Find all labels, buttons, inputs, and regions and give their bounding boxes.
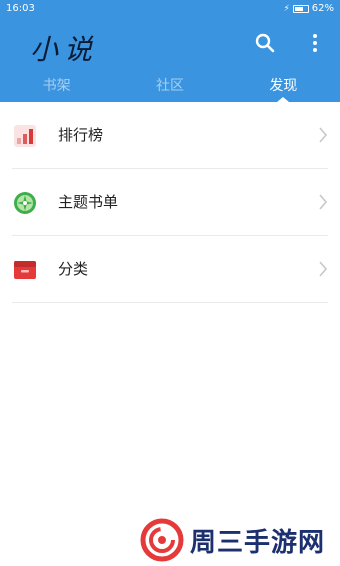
more-vertical-icon	[313, 34, 317, 52]
status-right: ⚡ 62%	[283, 3, 334, 14]
status-bar: 16:03 ⚡ 62%	[0, 0, 340, 18]
chevron-right-icon	[319, 261, 328, 277]
tab-community[interactable]: 社区	[113, 72, 226, 102]
tab-bookshelf[interactable]: 书架	[0, 72, 113, 102]
ranking-chart-icon	[14, 125, 36, 147]
menu-item-label: 分类	[58, 260, 89, 278]
site-watermark: 周三手游网	[140, 518, 340, 562]
chevron-right-icon	[319, 194, 328, 210]
search-button[interactable]	[252, 30, 278, 56]
charging-icon: ⚡	[283, 3, 290, 14]
battery-percent: 62%	[311, 3, 334, 14]
watermark-text: 周三手游网	[190, 527, 326, 558]
divider	[12, 302, 328, 303]
menu-item-label: 排行榜	[58, 126, 104, 144]
app-header: 16:03 ⚡ 62% 小说 书架 社区 发现	[0, 0, 340, 102]
chevron-right-icon	[319, 127, 328, 143]
tab-bar: 书架 社区 发现	[0, 72, 340, 102]
menu-item-label: 主题书单	[58, 193, 119, 211]
swirl-logo-icon	[140, 518, 184, 562]
status-time: 16:03	[6, 3, 35, 14]
tab-discover[interactable]: 发现	[227, 72, 340, 102]
menu-item-category[interactable]: 分类	[0, 236, 340, 303]
more-options-button[interactable]	[302, 30, 328, 56]
app-title: 小说	[30, 33, 99, 66]
red-box-icon	[14, 261, 36, 279]
green-ball-icon	[14, 192, 36, 214]
battery-icon	[292, 4, 309, 13]
discover-menu: 排行榜 主题书单 分类	[0, 102, 340, 303]
menu-item-ranking[interactable]: 排行榜	[0, 102, 340, 169]
search-icon	[255, 33, 275, 53]
menu-item-theme-booklist[interactable]: 主题书单	[0, 169, 340, 236]
